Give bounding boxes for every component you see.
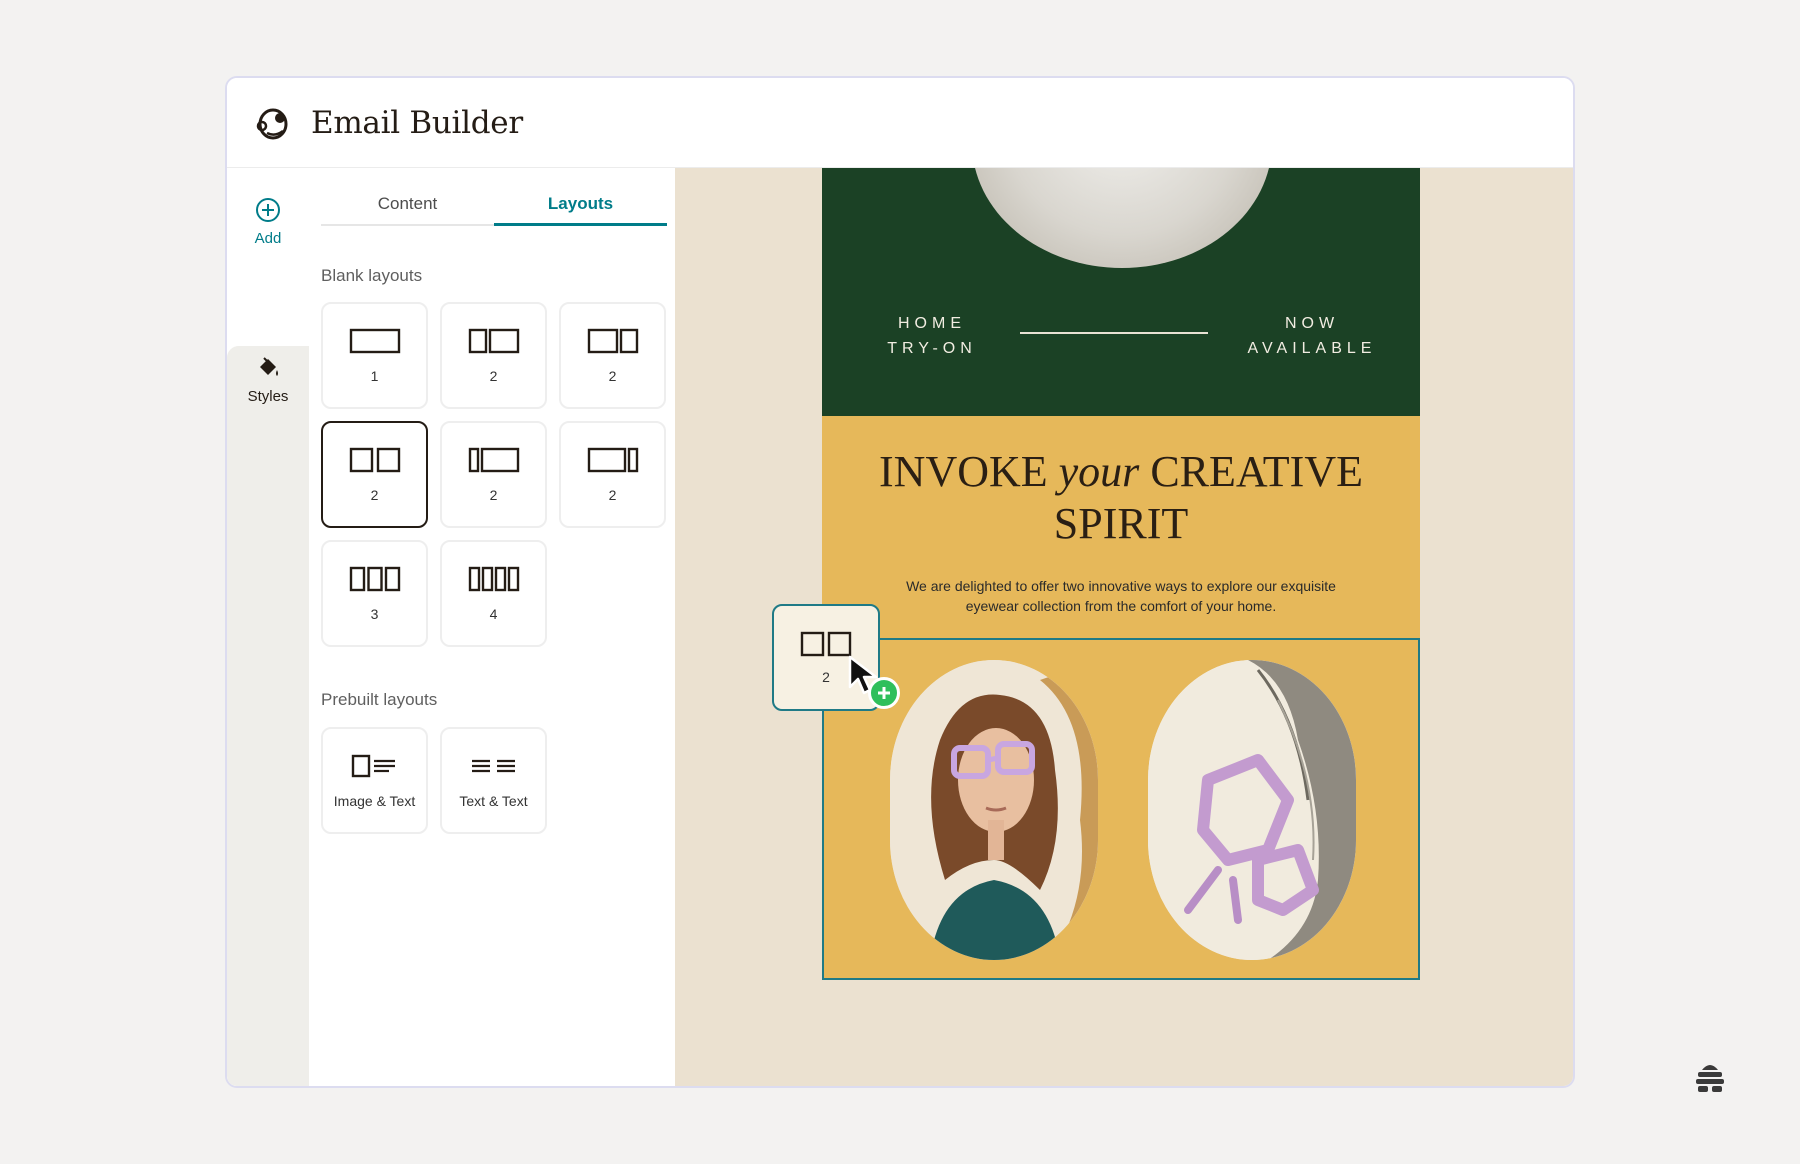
layout-tile-2-wide-narrow[interactable]: 2 (559, 302, 666, 409)
hero-left-text: HOME TRY-ON (852, 311, 1012, 361)
app-title: Email Builder (311, 104, 523, 141)
left-rail: Add Styles (227, 168, 309, 1086)
email-preview: HOME TRY-ON NOW AVAILABLE INVOKE your CR… (822, 168, 1420, 980)
hero-right-line-2: AVAILABLE (1247, 340, 1377, 357)
layout-tile-label: 3 (370, 605, 379, 622)
text-text-icon (471, 759, 515, 772)
panel-tabs: Content Layouts (321, 188, 667, 226)
layout-tile-label: 1 (370, 367, 379, 384)
layout-tile-label: 2 (608, 367, 617, 384)
hero-divider (1020, 332, 1208, 334)
three-column-icon (349, 566, 400, 591)
tab-content[interactable]: Content (321, 188, 494, 224)
blank-layouts-heading: Blank layouts (321, 266, 423, 285)
email-body-text: We are delighted to offer two innovative… (906, 578, 1336, 614)
layout-tile-label: 2 (489, 367, 498, 384)
dragged-tile-label: 2 (822, 668, 830, 685)
two-column-sidebar-left-icon (468, 447, 519, 472)
title-bar: Email Builder (227, 78, 1573, 168)
mailchimp-logo-icon (256, 108, 288, 139)
one-column-icon (349, 328, 400, 353)
hero-section[interactable]: HOME TRY-ON NOW AVAILABLE (822, 168, 1420, 416)
hero-left-line-2: TRY-ON (887, 340, 977, 357)
woman-with-glasses-illustration (890, 660, 1098, 960)
beehive-logo-icon (1696, 1065, 1724, 1092)
layout-tile-label: Text & Text (459, 792, 528, 809)
four-column-icon (468, 566, 519, 591)
layout-tile-text-text[interactable]: Text & Text (440, 727, 547, 834)
layout-tile-2-sidebar-right[interactable]: 2 (559, 421, 666, 528)
add-button[interactable]: Add (227, 188, 309, 272)
headline-em: your (1058, 447, 1140, 496)
layouts-panel: Content Layouts Blank layouts 1 2 2 2 2 (309, 168, 675, 1086)
layout-tile-2-sidebar-left[interactable]: 2 (440, 421, 547, 528)
prebuilt-layouts-heading: Prebuilt layouts (321, 690, 438, 709)
hero-right-text: NOW AVAILABLE (1222, 311, 1402, 361)
layout-tile-label: 2 (489, 486, 498, 503)
layout-tile-label: 2 (370, 486, 379, 503)
two-column-equal-icon (800, 631, 852, 656)
two-column-equal-icon (349, 447, 400, 472)
image-text-icon (351, 754, 395, 777)
layout-tile-label: Image & Text (333, 792, 416, 809)
tab-layouts[interactable]: Layouts (494, 188, 667, 226)
headline-block[interactable]: INVOKE your CREATIVE SPIRIT We are delig… (822, 416, 1420, 638)
hero-right-line-1: NOW (1284, 315, 1340, 332)
layout-tile-3-column[interactable]: 3 (321, 540, 428, 647)
layout-tile-4-column[interactable]: 4 (440, 540, 547, 647)
paint-bucket-icon (260, 357, 278, 376)
layout-tile-image-text[interactable]: Image & Text (321, 727, 428, 834)
glasses-on-rock-photo (1148, 660, 1356, 960)
styles-button[interactable]: Styles (227, 346, 309, 426)
two-column-narrow-wide-icon (468, 328, 519, 353)
layout-tile-2-narrow-wide[interactable]: 2 (440, 302, 547, 409)
layout-tile-label: 4 (489, 605, 498, 622)
rail-background (227, 346, 309, 1086)
add-label: Add (254, 230, 282, 247)
glasses-on-rock-illustration (1148, 660, 1356, 960)
headline-pre: INVOKE (879, 447, 1059, 496)
styles-label: Styles (247, 388, 289, 405)
hero-left-line-1: HOME (898, 315, 966, 332)
email-headline: INVOKE your CREATIVE SPIRIT (822, 446, 1420, 550)
plus-circle-icon (256, 198, 280, 222)
model-photo (890, 660, 1098, 960)
hero-image (972, 168, 1272, 268)
layout-tile-2-equal[interactable]: 2 (321, 421, 428, 528)
two-column-wide-narrow-icon (587, 328, 638, 353)
layout-tile-1-column[interactable]: 1 (321, 302, 428, 409)
email-builder-window: Email Builder Add Styles Content Layouts (225, 76, 1575, 1088)
layout-tile-label: 2 (608, 486, 617, 503)
two-column-sidebar-right-icon (587, 447, 638, 472)
add-plus-badge-icon (868, 677, 900, 709)
two-column-image-row[interactable] (822, 638, 1420, 980)
